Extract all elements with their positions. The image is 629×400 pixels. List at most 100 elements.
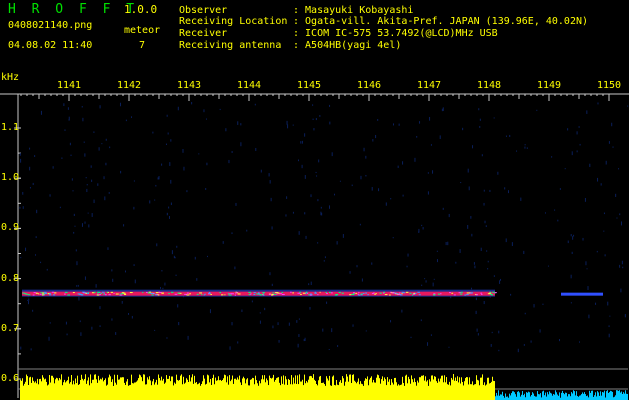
noise-bar — [56, 377, 57, 400]
noise-bar-low — [582, 392, 583, 400]
noise-speck — [315, 171, 317, 174]
noise-bar — [455, 377, 456, 400]
noise-speck — [49, 194, 51, 197]
noise-speck — [278, 339, 280, 343]
noise-speck — [68, 116, 70, 121]
noise-bar-low — [594, 395, 595, 400]
noise-bar — [185, 382, 186, 400]
noise-speck — [28, 300, 30, 305]
noise-bar — [482, 374, 483, 400]
noise-speck — [308, 283, 310, 286]
noise-bar — [392, 382, 393, 400]
noise-speck — [48, 336, 50, 341]
noise-bar — [280, 385, 281, 400]
noise-speck — [81, 105, 83, 108]
signal-speck — [453, 294, 456, 296]
noise-bar-low — [500, 394, 501, 400]
noise-speck — [98, 147, 100, 151]
noise-speck — [511, 242, 513, 247]
noise-bar — [84, 378, 85, 400]
noise-speck — [298, 334, 300, 338]
noise-bar — [195, 382, 196, 400]
noise-bar-low — [539, 394, 540, 400]
noise-bar — [180, 375, 181, 400]
noise-bar-low — [627, 393, 628, 400]
noise-bar-low — [591, 390, 592, 400]
noise-bar — [456, 380, 457, 400]
noise-bar — [406, 374, 407, 400]
noise-speck — [161, 163, 163, 166]
signal-speck — [248, 294, 251, 296]
noise-bar — [181, 374, 182, 400]
noise-speck — [20, 346, 22, 350]
noise-speck — [187, 335, 189, 340]
noise-bar — [352, 374, 353, 400]
noise-speck — [567, 240, 569, 244]
noise-bar — [211, 384, 212, 400]
noise-bar — [97, 382, 98, 400]
noise-bar — [73, 380, 74, 400]
noise-bar — [196, 381, 197, 400]
noise-speck — [582, 237, 584, 241]
noise-bar — [165, 382, 166, 400]
noise-bar — [212, 377, 213, 400]
noise-bar — [468, 384, 469, 400]
noise-speck — [480, 247, 482, 252]
noise-bar — [160, 380, 161, 400]
noise-bar-low — [548, 394, 549, 400]
noise-bar — [371, 376, 372, 400]
noise-speck — [119, 102, 121, 107]
noise-bar-low — [545, 392, 546, 400]
noise-bar — [349, 374, 350, 400]
noise-speck — [479, 125, 481, 128]
noise-bar — [270, 377, 271, 400]
signal-speck — [405, 291, 409, 293]
noise-speck — [578, 341, 580, 343]
noise-bar — [273, 374, 274, 400]
noise-speck — [259, 320, 261, 324]
noise-bar-low — [625, 390, 626, 400]
noise-bar — [391, 379, 392, 400]
noise-speck — [473, 262, 475, 265]
noise-bar — [258, 385, 259, 400]
noise-bar — [322, 382, 323, 400]
noise-speck — [206, 162, 208, 166]
noise-bar — [59, 377, 60, 400]
noise-bar — [252, 377, 253, 400]
noise-speck — [493, 275, 495, 277]
noise-bar — [269, 375, 270, 400]
signal-speck — [153, 292, 155, 294]
noise-bar — [238, 379, 239, 400]
signal-speck — [67, 294, 70, 296]
signal-speck — [51, 291, 55, 293]
noise-speck — [301, 140, 303, 144]
noise-speck — [133, 206, 135, 210]
noise-speck — [612, 146, 614, 148]
noise-bar — [102, 377, 103, 400]
noise-bar — [441, 375, 442, 400]
noise-speck — [392, 237, 394, 239]
x-tick-label-1149: 1149 — [536, 80, 562, 91]
noise-speck — [544, 212, 546, 214]
noise-bar-low — [574, 391, 575, 400]
signal-band-right — [561, 292, 603, 296]
noise-speck — [177, 304, 179, 308]
noise-speck — [312, 104, 314, 106]
noise-bar — [278, 377, 279, 400]
noise-bar — [210, 378, 211, 400]
noise-speck — [240, 123, 242, 126]
noise-speck — [99, 325, 101, 327]
noise-speck — [322, 328, 324, 332]
noise-speck — [441, 108, 443, 112]
noise-speck — [421, 284, 423, 286]
noise-speck — [318, 159, 320, 163]
noise-bar — [127, 379, 128, 400]
noise-bar — [111, 381, 112, 400]
noise-speck — [479, 118, 481, 121]
signal-speck — [314, 291, 317, 293]
signal-speck — [33, 292, 36, 294]
noise-speck — [78, 296, 80, 301]
noise-speck — [608, 333, 610, 338]
noise-speck — [485, 225, 487, 227]
noise-speck — [229, 346, 231, 350]
